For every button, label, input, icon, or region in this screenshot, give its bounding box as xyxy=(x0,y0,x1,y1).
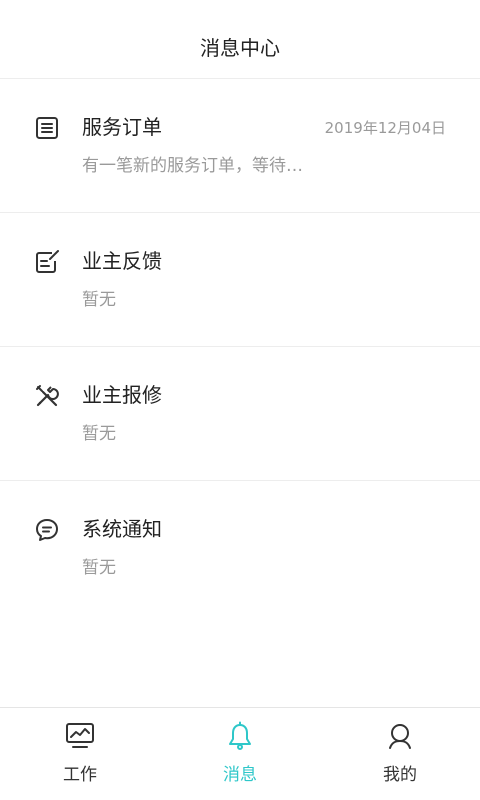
tab-label: 我的 xyxy=(383,765,417,785)
chat-bubble-icon xyxy=(36,519,58,541)
tab-label: 消息 xyxy=(223,765,257,785)
page-title: 消息中心 xyxy=(200,35,280,60)
message-title: 服务订单 xyxy=(82,115,162,139)
message-title: 系统通知 xyxy=(82,517,162,541)
feedback-edit-icon xyxy=(36,250,59,273)
message-title: 业主报修 xyxy=(82,383,162,407)
order-list-icon xyxy=(36,117,58,139)
message-preview: 暂无 xyxy=(82,290,116,310)
user-icon xyxy=(389,724,411,749)
message-item-owner-repair[interactable]: 业主报修 暂无 xyxy=(0,347,480,481)
message-preview: 有一笔新的服务订单，等待… xyxy=(82,156,303,176)
monitor-chart-icon xyxy=(66,723,94,748)
message-preview: 暂无 xyxy=(82,558,116,578)
message-preview: 暂无 xyxy=(82,424,116,444)
message-item-system-notice[interactable]: 系统通知 暂无 xyxy=(0,481,480,615)
message-date: 2019年12月04日 xyxy=(324,119,446,137)
tab-label: 工作 xyxy=(63,765,97,785)
tab-messages[interactable]: 消息 xyxy=(160,708,320,800)
header-bar: 消息中心 xyxy=(0,0,480,79)
message-item-owner-feedback[interactable]: 业主反馈 暂无 xyxy=(0,213,480,347)
tab-work[interactable]: 工作 xyxy=(0,708,160,800)
message-item-service-order[interactable]: 服务订单 2019年12月04日 有一笔新的服务订单，等待… xyxy=(0,79,480,213)
message-title: 业主反馈 xyxy=(82,249,162,273)
bottom-tab-bar: 工作 消息 我的 xyxy=(0,707,480,800)
repair-tools-icon xyxy=(36,385,59,407)
bell-icon xyxy=(229,721,251,750)
message-list: 服务订单 2019年12月04日 有一笔新的服务订单，等待… 业主反馈 暂无 业… xyxy=(0,79,480,615)
tab-mine[interactable]: 我的 xyxy=(320,708,480,800)
